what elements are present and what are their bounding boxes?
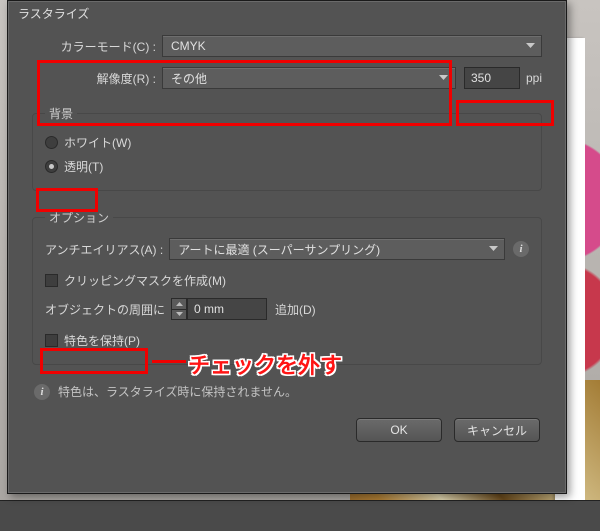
chevron-down-icon [486, 242, 500, 256]
resolution-label: 解像度(R) : [32, 70, 162, 87]
antialias-label: アンチエイリアス(A) : [45, 241, 163, 258]
ok-button[interactable]: OK [356, 418, 442, 442]
options-group: オプション アンチエイリアス(A) : アートに最適 (スーパーサンプリング) … [32, 209, 542, 365]
background-legend: 背景 [45, 105, 77, 122]
color-mode-value: CMYK [171, 39, 206, 53]
padding-value: 0 mm [194, 302, 224, 316]
ppi-input[interactable]: 350 [464, 67, 520, 89]
resolution-select[interactable]: その他 [162, 67, 456, 89]
info-icon[interactable]: i [513, 241, 529, 257]
ppi-value: 350 [471, 71, 491, 85]
padding-spinner[interactable] [171, 298, 187, 320]
bg-transparent-radio[interactable]: 透明(T) [45, 154, 529, 178]
antialias-select[interactable]: アートに最適 (スーパーサンプリング) [169, 238, 505, 260]
dialog-title: ラスタライズ [8, 1, 566, 27]
annotation-line [152, 360, 186, 363]
chevron-down-icon [523, 39, 537, 53]
chevron-up-icon [172, 299, 186, 310]
background-group: 背景 ホワイト(W) 透明(T) [32, 105, 542, 191]
checkbox-icon [45, 334, 58, 347]
radio-icon [45, 160, 58, 173]
cancel-button[interactable]: キャンセル [454, 418, 540, 442]
rasterize-dialog: ラスタライズ カラーモード(C) : CMYK 解像度(R) : その他 350 [7, 0, 567, 494]
clipping-mask-checkbox[interactable]: クリッピングマスクを作成(M) [45, 268, 529, 292]
bg-white-label: ホワイト(W) [64, 134, 131, 151]
preserve-spot-label: 特色を保持(P) [64, 332, 140, 349]
padding-prefix: オブジェクトの周囲に [45, 301, 165, 318]
info-icon: i [34, 384, 50, 400]
color-mode-select[interactable]: CMYK [162, 35, 542, 57]
bg-white-radio[interactable]: ホワイト(W) [45, 130, 529, 154]
spot-color-note: 特色は、ラスタライズ時に保持されません。 [58, 383, 297, 400]
checkbox-icon [45, 274, 58, 287]
options-legend: オプション [45, 209, 113, 226]
preserve-spot-checkbox[interactable]: 特色を保持(P) [45, 328, 529, 352]
bg-transparent-label: 透明(T) [64, 158, 103, 175]
padding-input[interactable]: 0 mm [187, 298, 267, 320]
chevron-down-icon [172, 310, 186, 320]
chevron-down-icon [437, 71, 451, 85]
resolution-value: その他 [171, 70, 207, 87]
ppi-unit: ppi [526, 71, 542, 85]
clipping-mask-label: クリッピングマスクを作成(M) [64, 272, 226, 289]
color-mode-label: カラーモード(C) : [32, 38, 162, 55]
radio-icon [45, 136, 58, 149]
padding-suffix: 追加(D) [275, 301, 316, 318]
antialias-value: アートに最適 (スーパーサンプリング) [178, 241, 380, 258]
